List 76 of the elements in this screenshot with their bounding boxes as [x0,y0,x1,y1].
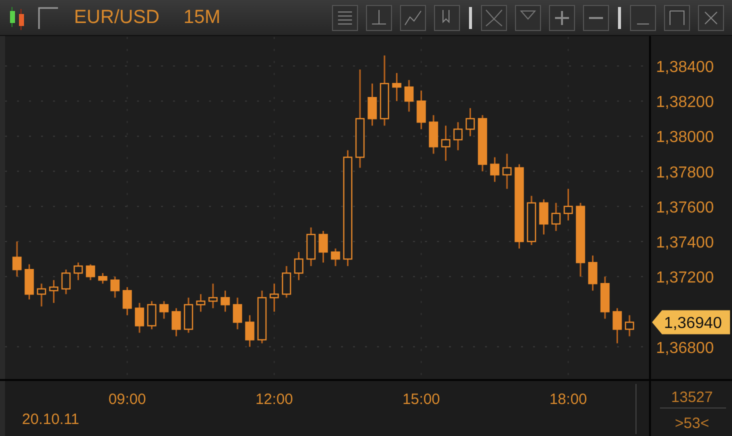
candle [588,256,598,291]
candle [49,280,58,303]
footer-value: 13527 [671,389,713,406]
minus-icon[interactable] [583,4,609,30]
candle [257,290,267,344]
candle [196,294,206,312]
separator-icon [468,6,473,28]
axis-icon[interactable] [366,4,392,30]
candle [428,115,438,154]
close-icon[interactable] [698,4,724,30]
timeframe-label: 15M [184,8,220,27]
candle [318,230,328,263]
candle [147,301,156,330]
candle [122,287,132,316]
corner-icon [38,6,58,28]
plus-icon[interactable] [549,4,575,30]
candles-icon [8,4,26,30]
candle [380,55,390,126]
candle [282,266,292,298]
time-tick-label: 15:00 [402,391,440,408]
candle [404,80,414,112]
price-tick-label: 1,37400 [656,234,714,252]
last-price-tag: 1,36940 [652,310,730,334]
candle [478,115,488,172]
candle [612,308,622,344]
candle [208,284,218,308]
candle [392,73,402,102]
price-tick-label: 1,38200 [656,94,714,112]
candle [220,290,230,312]
candle [306,227,316,266]
candle [245,315,254,347]
separator-icon [617,6,622,28]
candle [270,284,279,312]
price-tick-label: 1,37600 [656,199,714,216]
price-tick-label: 1,38000 [656,129,714,146]
candle [600,276,610,319]
candle [184,298,194,333]
candle [466,108,475,136]
footer-value: >53< [674,415,710,432]
line-chart-icon[interactable] [400,4,426,30]
candle [232,298,242,330]
candle [24,264,34,300]
candle [98,273,108,284]
symbol-label: EUR/USD [74,8,160,27]
candle [110,276,120,298]
date-label: 20.10.11 [22,411,80,428]
price-tick-label: 1,37200 [656,270,714,287]
price-tick-label: 1,38400 [656,59,714,76]
candle [134,302,144,333]
candle [441,126,450,161]
candle [416,90,426,130]
price-tick-label: 1,36800 [656,340,714,357]
candle [294,252,304,280]
candle [453,122,463,150]
candle [330,248,340,266]
candle [86,264,96,280]
candle [74,262,83,280]
candle [502,154,512,189]
candle [61,270,71,294]
candle [12,242,22,277]
candle [36,284,46,306]
candle [490,157,500,182]
time-tick-label: 12:00 [255,391,294,408]
candle [551,202,561,231]
price-tick-label: 1,37800 [656,164,714,182]
time-tick-label: 18:00 [549,391,588,408]
candle [159,301,169,319]
candle [564,188,573,220]
candle [172,308,181,336]
candle [539,199,548,234]
candle [368,84,377,126]
time-tick-label: 09:00 [108,391,146,408]
candle [624,315,634,336]
maximize-icon[interactable] [664,4,690,30]
list-icon[interactable] [332,4,358,30]
candle [526,196,536,245]
